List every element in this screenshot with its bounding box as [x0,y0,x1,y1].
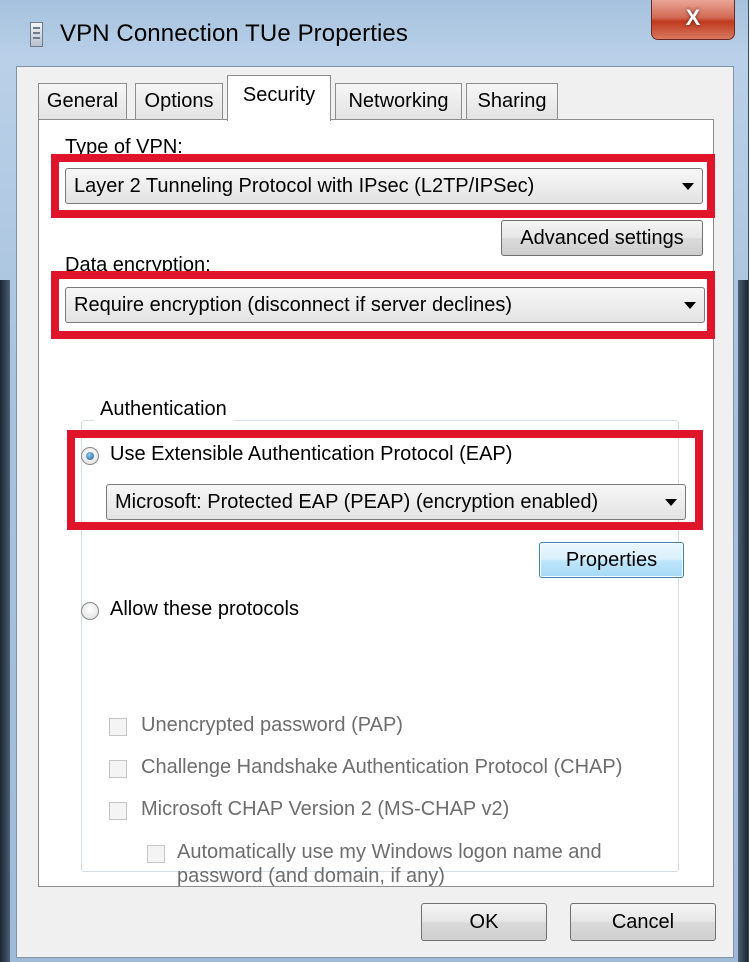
mschapv2-checkbox[interactable] [109,802,127,820]
close-button[interactable]: X [651,0,735,40]
allow-protocols-radio[interactable] [81,602,99,620]
advanced-settings-button[interactable]: Advanced settings [501,220,703,256]
annotation-highlight-encryption [51,271,715,339]
network-connection-icon [30,22,43,47]
dialog-frame: VPN Connection TUe Properties X General … [0,0,749,962]
pap-label: Unencrypted password (PAP) [141,714,403,736]
auto-logon-label-line2: password (and domain, if any) [177,865,445,887]
allow-protocols-label[interactable]: Allow these protocols [110,598,299,621]
security-tab-panel: Type of VPN: Layer 2 Tunneling Protocol … [38,119,715,887]
ok-label: OK [469,911,499,933]
cancel-label: Cancel [611,911,675,933]
annotation-highlight-vpn-type [51,154,715,218]
chap-checkbox[interactable] [109,760,127,778]
chap-label: Challenge Handshake Authentication Proto… [141,756,623,778]
dialog-client-area: General Options Security Networking Shar… [16,66,734,958]
tab-options[interactable]: Options [135,83,223,119]
frame-right-edge [738,280,748,962]
mschapv2-label: Microsoft CHAP Version 2 (MS-CHAP v2) [141,798,510,820]
pap-checkbox[interactable] [109,718,127,736]
auto-logon-label-line1: Automatically use my Windows logon name … [177,841,602,863]
annotation-highlight-eap [67,430,703,530]
ok-button[interactable]: OK [421,903,547,941]
tab-general[interactable]: General [38,83,127,119]
advanced-settings-label: Advanced settings [520,227,684,249]
eap-properties-button[interactable]: Properties [539,542,684,578]
properties-label: Properties [565,549,658,571]
tab-security[interactable]: Security [227,75,331,121]
auto-logon-checkbox[interactable] [147,845,165,863]
authentication-group-title: Authentication [94,398,233,421]
close-icon: X [685,5,701,30]
tab-networking[interactable]: Networking [335,83,462,119]
window-title: VPN Connection TUe Properties [60,20,408,47]
title-bar[interactable]: VPN Connection TUe Properties X [0,0,749,66]
cancel-button[interactable]: Cancel [570,903,716,941]
frame-left-edge [0,280,10,962]
tab-sharing[interactable]: Sharing [466,83,558,119]
